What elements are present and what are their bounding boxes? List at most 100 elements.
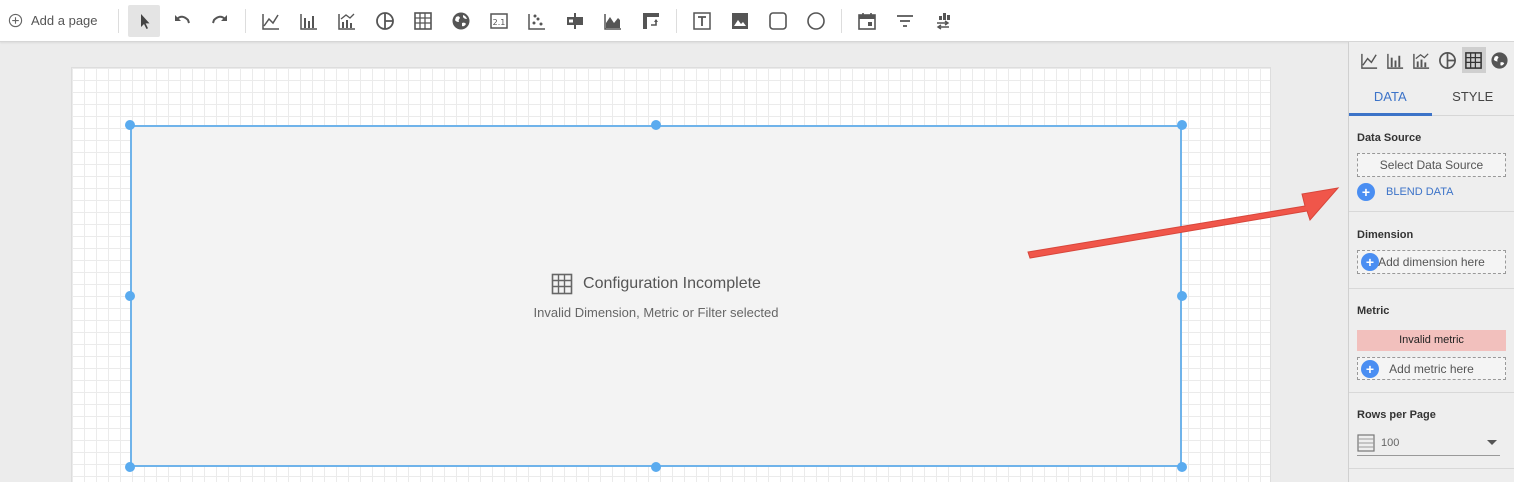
add-circle-button[interactable] [800,5,832,37]
add-page-label: Add a page [31,13,98,28]
annotation-arrow [1027,187,1340,259]
add-data-control-button[interactable] [927,5,959,37]
undo-button[interactable] [166,5,198,37]
scorecard-icon: 2.1 [490,12,508,29]
add-dimension-text: Add dimension here [1378,255,1485,269]
add-filter-control-button[interactable] [889,5,921,37]
dimension-section: Dimension + Add dimension here [1349,212,1514,289]
resize-handle-top-right[interactable] [1177,120,1187,130]
panel-tabs: DATA STYLE [1349,78,1514,116]
add-icon: + [1361,360,1379,378]
switch-bar-chart-button[interactable] [1383,47,1407,73]
add-metric-text: Add metric here [1389,361,1474,376]
switch-pie-chart-button[interactable] [1436,47,1460,73]
add-scatter-chart-button[interactable] [521,5,553,37]
add-table-button[interactable] [407,5,439,37]
switch-geo-map-button[interactable] [1488,47,1512,73]
pivot-table-icon [643,12,659,29]
time-series-icon [262,13,279,30]
undo-icon [175,14,190,23]
table-icon [551,273,573,295]
select-icon [141,13,150,29]
add-circle-icon [8,13,23,28]
add-image-button[interactable] [724,5,756,37]
combo-chart-icon [338,13,355,30]
switch-table-button[interactable] [1461,47,1486,73]
table-chart-component[interactable]: Configuration Incomplete Invalid Dimensi… [130,125,1182,467]
add-icon: + [1357,183,1375,201]
resize-handle-top-left[interactable] [125,120,135,130]
scatter-chart-icon [528,13,545,30]
add-rectangle-button[interactable] [762,5,794,37]
resize-handle-left[interactable] [125,291,135,301]
table-icon [1465,51,1483,69]
select-tool-button[interactable] [128,4,160,37]
rows-list-icon [1357,433,1375,452]
resize-handle-right[interactable] [1177,291,1187,301]
toolbar-divider [245,8,246,33]
add-bullet-chart-button[interactable] [559,5,591,37]
data-control-icon [936,12,950,30]
add-scorecard-button[interactable]: 2.1 [483,5,515,37]
properties-panel: DATA STYLE Data Source Select Data Sourc… [1348,42,1514,482]
data-source-section: Data Source Select Data Source + BLEND D… [1349,116,1514,212]
toolbar: Add a page 2.1 [0,0,1514,42]
tab-style[interactable]: STYLE [1432,78,1514,116]
svg-text:2.1: 2.1 [493,18,506,27]
select-data-source-field[interactable]: Select Data Source [1357,153,1506,177]
blend-data-label: BLEND DATA [1386,186,1454,198]
add-pivot-table-button[interactable] [635,5,667,37]
circle-icon [807,11,825,30]
rows-per-page-select[interactable]: 100 [1357,430,1500,456]
config-title-text: Configuration Incomplete [583,275,761,292]
rows-per-page-value: 100 [1381,436,1400,449]
rectangle-icon [769,11,787,30]
redo-button[interactable] [204,5,236,37]
add-text-button[interactable] [686,5,718,37]
add-bar-chart-button[interactable] [293,5,325,37]
add-date-range-button[interactable] [851,5,883,37]
switch-time-series-button[interactable] [1357,47,1381,73]
switch-combo-chart-button[interactable] [1409,47,1433,73]
add-area-chart-button[interactable] [597,5,629,37]
resize-handle-bottom-right[interactable] [1177,462,1187,472]
add-icon: + [1361,253,1379,271]
rows-per-page-section: Rows per Page 100 [1349,393,1514,469]
rows-per-page-title: Rows per Page [1357,409,1436,421]
add-metric-field[interactable]: + Add metric here [1357,357,1506,380]
blend-data-button[interactable]: + BLEND DATA [1357,183,1506,201]
pie-chart-icon [1439,51,1457,69]
bullet-chart-icon [567,12,583,29]
add-geo-map-button[interactable] [445,5,477,37]
area-chart-icon [604,13,621,30]
combo-chart-icon [1413,52,1430,69]
data-source-title: Data Source [1357,132,1422,144]
toolbar-divider [841,8,842,33]
tab-data[interactable]: DATA [1349,78,1432,116]
resize-handle-bottom[interactable] [651,462,661,472]
metric-title: Metric [1357,305,1390,317]
image-icon [732,12,748,29]
text-icon [693,11,711,30]
add-time-series-button[interactable] [255,5,287,37]
toolbar-divider [676,8,677,33]
invalid-metric-chip[interactable]: Invalid metric [1357,330,1506,351]
bar-chart-icon [1386,53,1403,69]
config-incomplete-title: Configuration Incomplete [132,273,1180,295]
resize-handle-bottom-left[interactable] [125,462,135,472]
date-range-icon [858,12,876,30]
geo-map-icon [1491,51,1509,69]
filter-icon [897,14,913,27]
toolbar-divider [118,8,119,33]
add-page-button[interactable]: Add a page [0,0,112,42]
resize-handle-top[interactable] [651,120,661,130]
dimension-title: Dimension [1357,229,1414,241]
add-dimension-field[interactable]: + Add dimension here [1357,250,1506,274]
select-data-source-text: Select Data Source [1379,158,1484,172]
metric-section: Metric Invalid metric + Add metric here [1349,289,1514,393]
add-pie-chart-button[interactable] [369,5,401,37]
add-combo-chart-button[interactable] [331,5,363,37]
chevron-down-icon [1487,440,1497,445]
geo-map-icon [452,12,470,29]
redo-icon [212,14,227,23]
